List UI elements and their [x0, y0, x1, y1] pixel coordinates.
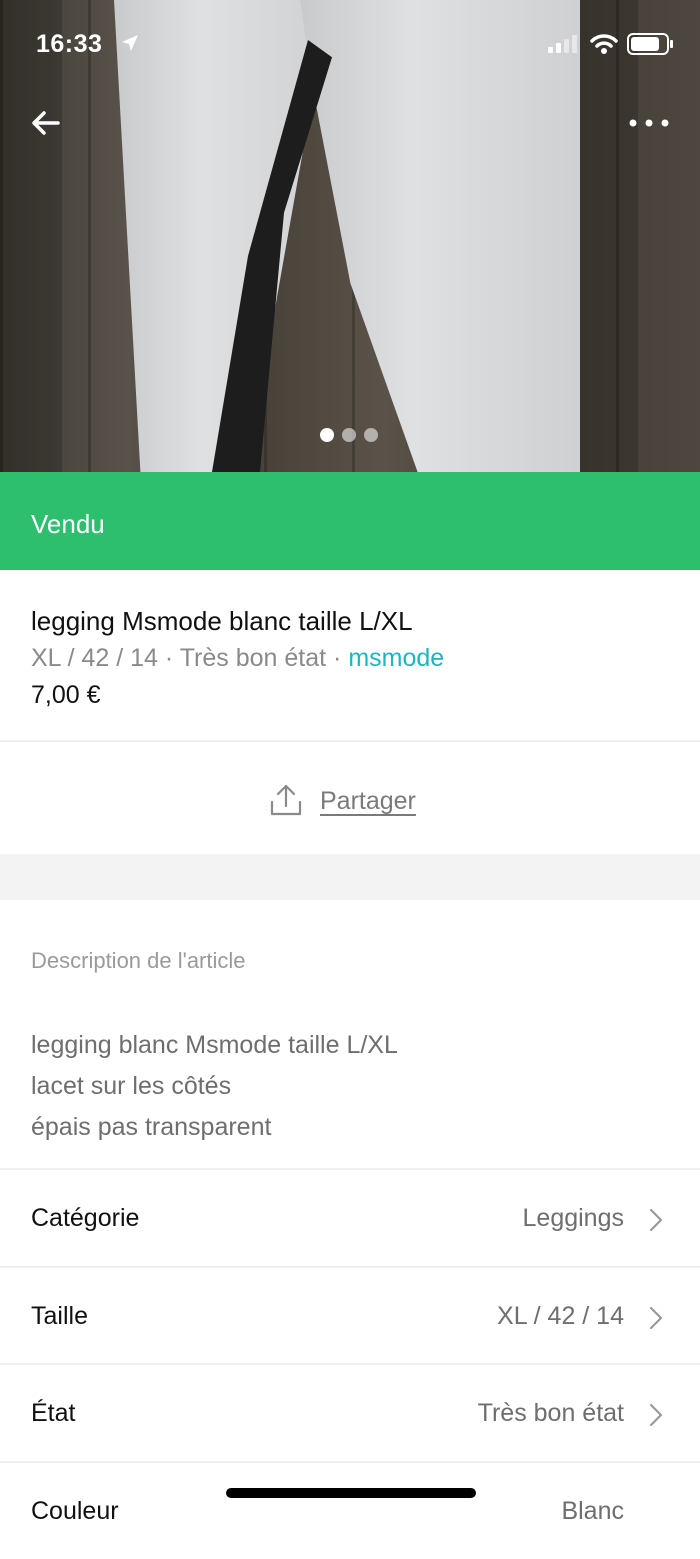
share-label: Partager — [320, 787, 416, 815]
description-line: legging blanc Msmode taille L/XL — [31, 1031, 398, 1059]
attribute-label: Couleur — [31, 1497, 119, 1525]
attribute-label: État — [31, 1399, 76, 1427]
more-dots-icon[interactable] — [624, 108, 674, 138]
item-meta: XL / 42 / 14 · Très bon état · msmode — [31, 644, 444, 673]
description-line: épais pas transparent — [31, 1113, 272, 1141]
status-time: 16:33 — [36, 30, 103, 58]
item-summary: legging Msmode blanc taille L/XL XL / 42… — [0, 570, 700, 742]
carousel-dot[interactable] — [320, 428, 334, 442]
status-bar: 16:33 — [0, 0, 700, 88]
chevron-right-icon — [649, 1306, 663, 1330]
share-icon — [270, 784, 302, 816]
home-indicator — [226, 1488, 476, 1498]
attribute-row-color[interactable]: Couleur Blanc — [0, 1463, 700, 1559]
wifi-icon — [590, 34, 618, 54]
attribute-value: Très bon état — [477, 1399, 624, 1427]
attribute-value: Blanc — [561, 1497, 624, 1525]
back-arrow-icon[interactable] — [26, 104, 66, 144]
attribute-label: Catégorie — [31, 1204, 140, 1232]
item-size: XL / 42 / 14 — [31, 644, 158, 672]
chevron-right-icon — [649, 1208, 663, 1232]
item-price: 7,00 € — [31, 681, 101, 709]
description-text: legging blanc Msmode taille L/XL lacet s… — [31, 1025, 398, 1148]
carousel-dot[interactable] — [364, 428, 378, 442]
description-heading: Description de l'article — [31, 948, 246, 973]
item-photo[interactable]: 16:33 — [0, 0, 700, 472]
attribute-row-category[interactable]: Catégorie Leggings — [0, 1170, 700, 1266]
attribute-row-condition[interactable]: État Très bon état — [0, 1365, 700, 1461]
sold-banner: Vendu — [0, 472, 700, 570]
location-arrow-icon — [122, 35, 138, 51]
attribute-value: Leggings — [522, 1204, 624, 1232]
divider — [0, 740, 700, 742]
section-gap — [0, 854, 700, 900]
chevron-right-icon — [649, 1403, 663, 1427]
brand-link[interactable]: msmode — [348, 644, 444, 672]
carousel-dot[interactable] — [342, 428, 356, 442]
attribute-value: XL / 42 / 14 — [497, 1302, 624, 1330]
share-button[interactable]: Partager — [0, 744, 700, 854]
attribute-row-size[interactable]: Taille XL / 42 / 14 — [0, 1268, 700, 1364]
signal-icon — [548, 35, 577, 53]
item-condition: Très bon état — [179, 644, 327, 672]
description-line: lacet sur les côtés — [31, 1072, 232, 1100]
attribute-label: Taille — [31, 1302, 88, 1330]
sold-status: Vendu — [31, 509, 105, 539]
item-title: legging Msmode blanc taille L/XL — [31, 606, 413, 636]
meta-separator: · — [157, 644, 180, 672]
meta-separator: · — [326, 644, 349, 672]
battery-icon — [627, 33, 673, 55]
carousel-dots[interactable] — [320, 428, 378, 442]
